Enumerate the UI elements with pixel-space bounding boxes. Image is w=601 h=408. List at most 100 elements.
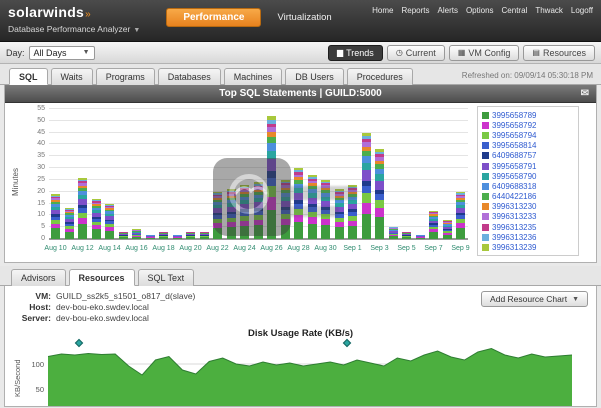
tab-waits[interactable]: Waits [51, 68, 93, 85]
sql-bar[interactable] [402, 232, 411, 239]
legend-item[interactable]: 3996313235 [480, 222, 576, 232]
sql-bar[interactable] [200, 232, 209, 239]
sql-bar[interactable] [335, 189, 344, 239]
tab-virtualization[interactable]: Virtualization [277, 12, 331, 23]
nav-central[interactable]: Central [502, 6, 528, 15]
sql-bar[interactable] [456, 192, 465, 239]
tab-db-users[interactable]: DB Users [285, 68, 344, 85]
tab-resources[interactable]: Resources [69, 269, 135, 286]
sql-bar[interactable] [267, 116, 276, 239]
x-axis-label[interactable]: Aug 10 [42, 245, 69, 252]
sql-bar[interactable] [92, 199, 101, 239]
sql-bar[interactable] [78, 178, 87, 239]
x-axis-label[interactable]: Sep 1 [339, 245, 366, 252]
day-label: Day: [6, 48, 25, 58]
tab-databases[interactable]: Databases [158, 68, 221, 85]
sql-bar[interactable] [321, 180, 330, 239]
tab-advisors[interactable]: Advisors [11, 269, 66, 286]
sql-bar[interactable] [254, 182, 263, 239]
legend-swatch [482, 213, 489, 220]
legend-item[interactable]: 3995658814 [480, 141, 576, 151]
sql-bar[interactable] [213, 192, 222, 239]
legend-item[interactable]: 3996313239 [480, 242, 576, 252]
sql-bar[interactable] [281, 180, 290, 239]
x-axis-label[interactable]: Aug 20 [177, 245, 204, 252]
sql-bar[interactable] [105, 204, 114, 239]
x-axis-label[interactable]: Aug 14 [96, 245, 123, 252]
tab-performance[interactable]: Performance [166, 8, 261, 27]
tab-sql-text[interactable]: SQL Text [138, 269, 195, 286]
tab-machines[interactable]: Machines [224, 68, 283, 85]
sql-bar[interactable] [389, 227, 398, 239]
sql-bar[interactable] [146, 234, 155, 239]
button-current[interactable]: ◷Current [387, 45, 445, 61]
legend-item[interactable]: 6409688318 [480, 181, 576, 191]
x-axis-label[interactable]: Aug 18 [150, 245, 177, 252]
legend-item[interactable]: 3995658792 [480, 120, 576, 130]
sql-bar[interactable] [227, 189, 236, 239]
tab-programs[interactable]: Programs [96, 68, 155, 85]
day-select[interactable]: All Days ▼ [29, 46, 95, 60]
sql-bar[interactable] [186, 232, 195, 239]
legend-item[interactable]: 3995658790 [480, 171, 576, 181]
x-axis-label[interactable]: Aug 30 [312, 245, 339, 252]
tab-sql[interactable]: SQL [9, 68, 48, 85]
disk-y-axis-title: KB/Second [13, 342, 24, 407]
nav-home[interactable]: Home [372, 6, 393, 15]
sql-bar[interactable] [375, 149, 384, 239]
sql-bar[interactable] [240, 185, 249, 239]
sql-bar[interactable] [173, 234, 182, 239]
sql-bar[interactable] [294, 168, 303, 239]
x-axis-label[interactable]: Sep 9 [447, 245, 474, 252]
x-axis-label[interactable]: Aug 12 [69, 245, 96, 252]
nav-alerts[interactable]: Alerts [438, 6, 458, 15]
sql-bar[interactable] [429, 211, 438, 239]
x-axis-label[interactable]: Aug 22 [204, 245, 231, 252]
resources-header: VM:GUILD_ss2k5_s1501_o817_d(slave)Host:d… [5, 286, 596, 326]
legend-item[interactable]: 3995658791 [480, 161, 576, 171]
nav-logoff[interactable]: Logoff [571, 6, 593, 15]
sql-bar[interactable] [119, 232, 128, 239]
legend-item[interactable]: 3996313230 [480, 202, 576, 212]
sql-bar[interactable] [132, 230, 141, 239]
x-axis-label[interactable]: Aug 26 [258, 245, 285, 252]
legend-swatch [482, 152, 489, 159]
legend-swatch [482, 112, 489, 119]
sql-bar[interactable] [416, 234, 425, 239]
sql-bar[interactable] [65, 208, 74, 239]
button-resources[interactable]: ▤Resources [523, 45, 595, 61]
sql-bar[interactable] [51, 194, 60, 239]
legend-item[interactable]: 3995658794 [480, 130, 576, 140]
info-row: Host:dev-bou-eko.swdev.local [15, 302, 195, 313]
legend-swatch [482, 122, 489, 129]
legend-item[interactable]: 6409688757 [480, 151, 576, 161]
sql-bar[interactable] [362, 133, 371, 239]
add-resource-chart-button[interactable]: Add Resource Chart ▼ [481, 291, 588, 307]
button-trends[interactable]: ▆Trends [328, 45, 383, 61]
tab-procedures[interactable]: Procedures [347, 68, 413, 85]
nav-thwack[interactable]: Thwack [535, 6, 563, 15]
legend-item[interactable]: 6440422186 [480, 192, 576, 202]
x-axis-label[interactable]: Aug 16 [123, 245, 150, 252]
button-vm-config[interactable]: ▦VM Config [449, 45, 520, 61]
email-icon[interactable]: ✉ [581, 85, 589, 103]
sql-bar[interactable] [348, 185, 357, 239]
x-axis-label[interactable]: Sep 5 [393, 245, 420, 252]
sql-bar[interactable] [159, 232, 168, 239]
legend-item[interactable]: 3995658789 [480, 110, 576, 120]
nav-reports[interactable]: Reports [401, 6, 429, 15]
disk-y-axis-ticks: 50100 [24, 342, 48, 407]
day-filter: Day: All Days ▼ [6, 46, 95, 60]
chart-title-bar: Top SQL Statements | GUILD:5000 ✉ [5, 85, 596, 103]
sql-bar[interactable] [308, 175, 317, 239]
product-title[interactable]: Database Performance Analyzer▼ [8, 25, 140, 34]
legend-item[interactable]: 3996313233 [480, 212, 576, 222]
x-axis-label[interactable]: Sep 7 [420, 245, 447, 252]
x-axis-label[interactable]: Aug 28 [285, 245, 312, 252]
legend-item[interactable]: 3996313236 [480, 232, 576, 242]
x-axis-label[interactable]: Aug 24 [231, 245, 258, 252]
vm-info: VM:GUILD_ss2k5_s1501_o817_d(slave)Host:d… [15, 291, 195, 324]
x-axis-label[interactable]: Sep 3 [366, 245, 393, 252]
nav-options[interactable]: Options [466, 6, 494, 15]
sql-bar[interactable] [443, 220, 452, 239]
